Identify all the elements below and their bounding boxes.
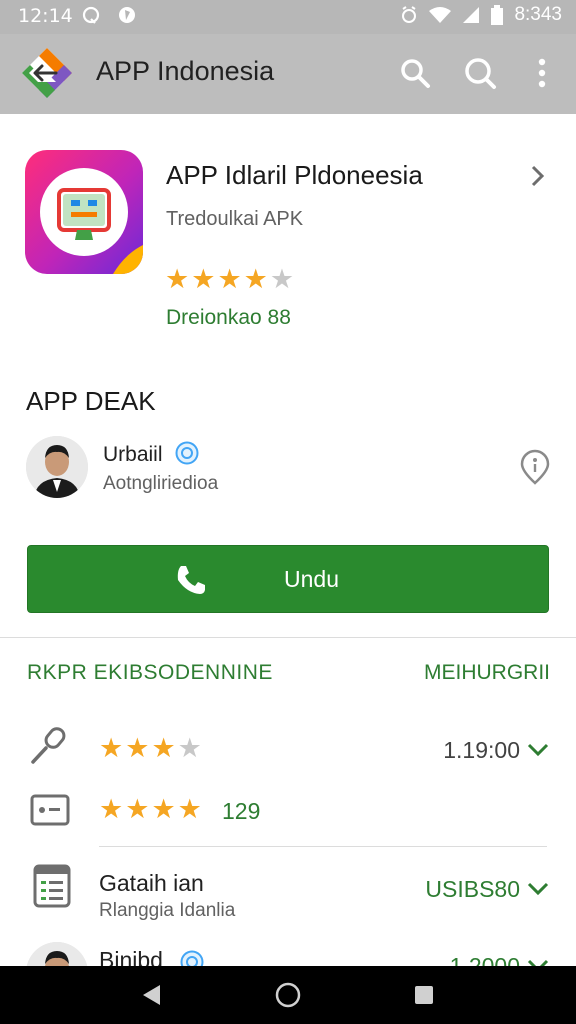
- divider: [99, 846, 547, 847]
- chevron-down-icon[interactable]: [526, 737, 550, 761]
- star-icon: ★: [177, 794, 202, 824]
- star-icon: ★: [125, 733, 150, 763]
- search-button[interactable]: [396, 54, 434, 92]
- star-icon: ★: [191, 264, 216, 294]
- row-rating-stars: ★ ★ ★ ★: [99, 796, 202, 823]
- app-name: APP Idlaril Pldoneesia: [166, 160, 423, 190]
- chevron-right-icon[interactable]: [526, 164, 550, 188]
- star-icon: ★: [125, 794, 150, 824]
- star-icon: ★: [99, 794, 124, 824]
- search-alt-button[interactable]: [461, 54, 499, 92]
- star-empty-icon: ★: [269, 264, 295, 294]
- page-title: APP Indonesia: [96, 56, 275, 86]
- status-time: 12:14: [18, 5, 73, 27]
- search-icon: [401, 59, 430, 88]
- back-logo-button[interactable]: [20, 46, 74, 100]
- shield-notification-icon: [119, 7, 135, 23]
- star-icon: ★: [99, 733, 124, 763]
- app-rating-stars: ★ ★ ★ ★ ★: [165, 266, 294, 293]
- notification-icon: [82, 6, 100, 24]
- publisher-subtitle: Aotngliriedioa: [103, 473, 219, 494]
- battery-icon: [491, 5, 504, 25]
- location-icon[interactable]: [519, 449, 551, 485]
- navigation-bar: [0, 966, 576, 1024]
- row-title: Gataih ian: [99, 870, 204, 896]
- search-icon: [465, 58, 496, 89]
- section-header-left: RKPR EKIBSODENNINE: [27, 661, 273, 684]
- status-icons: 8:343: [400, 4, 562, 26]
- star-icon: ★: [165, 264, 190, 294]
- star-icon: ★: [151, 794, 176, 824]
- section-header-right[interactable]: MEIHURGRII: [424, 661, 550, 685]
- row-subtitle: Rlanggia Idanlia: [99, 900, 236, 921]
- status-bar: 12:14 8:343: [0, 0, 576, 34]
- phone-icon: [177, 566, 205, 594]
- star-icon: ★: [217, 264, 242, 294]
- chevron-down-icon[interactable]: [526, 876, 550, 900]
- row-rating-stars: ★ ★ ★ ★: [99, 735, 202, 762]
- app-icon[interactable]: [25, 150, 143, 274]
- star-empty-icon: ★: [177, 733, 202, 763]
- more-vert-icon: [538, 58, 546, 88]
- row-value: USIBS80: [425, 876, 520, 902]
- overflow-menu-button[interactable]: [523, 54, 561, 92]
- status-right-text: 8:343: [514, 4, 562, 25]
- app-subtitle: Tredoulkai APK: [166, 208, 304, 230]
- microphone-icon: [31, 727, 66, 764]
- divider: [0, 637, 576, 638]
- alarm-icon: [402, 6, 417, 23]
- avatar[interactable]: [26, 436, 88, 498]
- install-button[interactable]: Undu: [27, 545, 549, 613]
- recents-icon[interactable]: [410, 981, 438, 1009]
- star-icon: ★: [243, 264, 268, 294]
- install-button-label: Undu: [284, 566, 339, 592]
- back-icon[interactable]: [138, 981, 166, 1009]
- publisher-name: Urbaiil: [103, 443, 163, 466]
- document-list-icon: [33, 864, 71, 908]
- row-value: 1.19:00: [443, 737, 520, 763]
- app-bar: APP Indonesia: [0, 34, 576, 114]
- signal-icon: [463, 7, 480, 23]
- wifi-icon: [429, 7, 452, 23]
- star-icon: ★: [151, 733, 176, 763]
- row-value: 129: [222, 798, 261, 824]
- card-icon: [30, 794, 70, 826]
- home-icon[interactable]: [274, 981, 302, 1009]
- publisher-section-title: APP DEAK: [26, 386, 156, 416]
- app-downloads: Dreionkao 88: [166, 306, 291, 329]
- verified-icon: [175, 441, 199, 465]
